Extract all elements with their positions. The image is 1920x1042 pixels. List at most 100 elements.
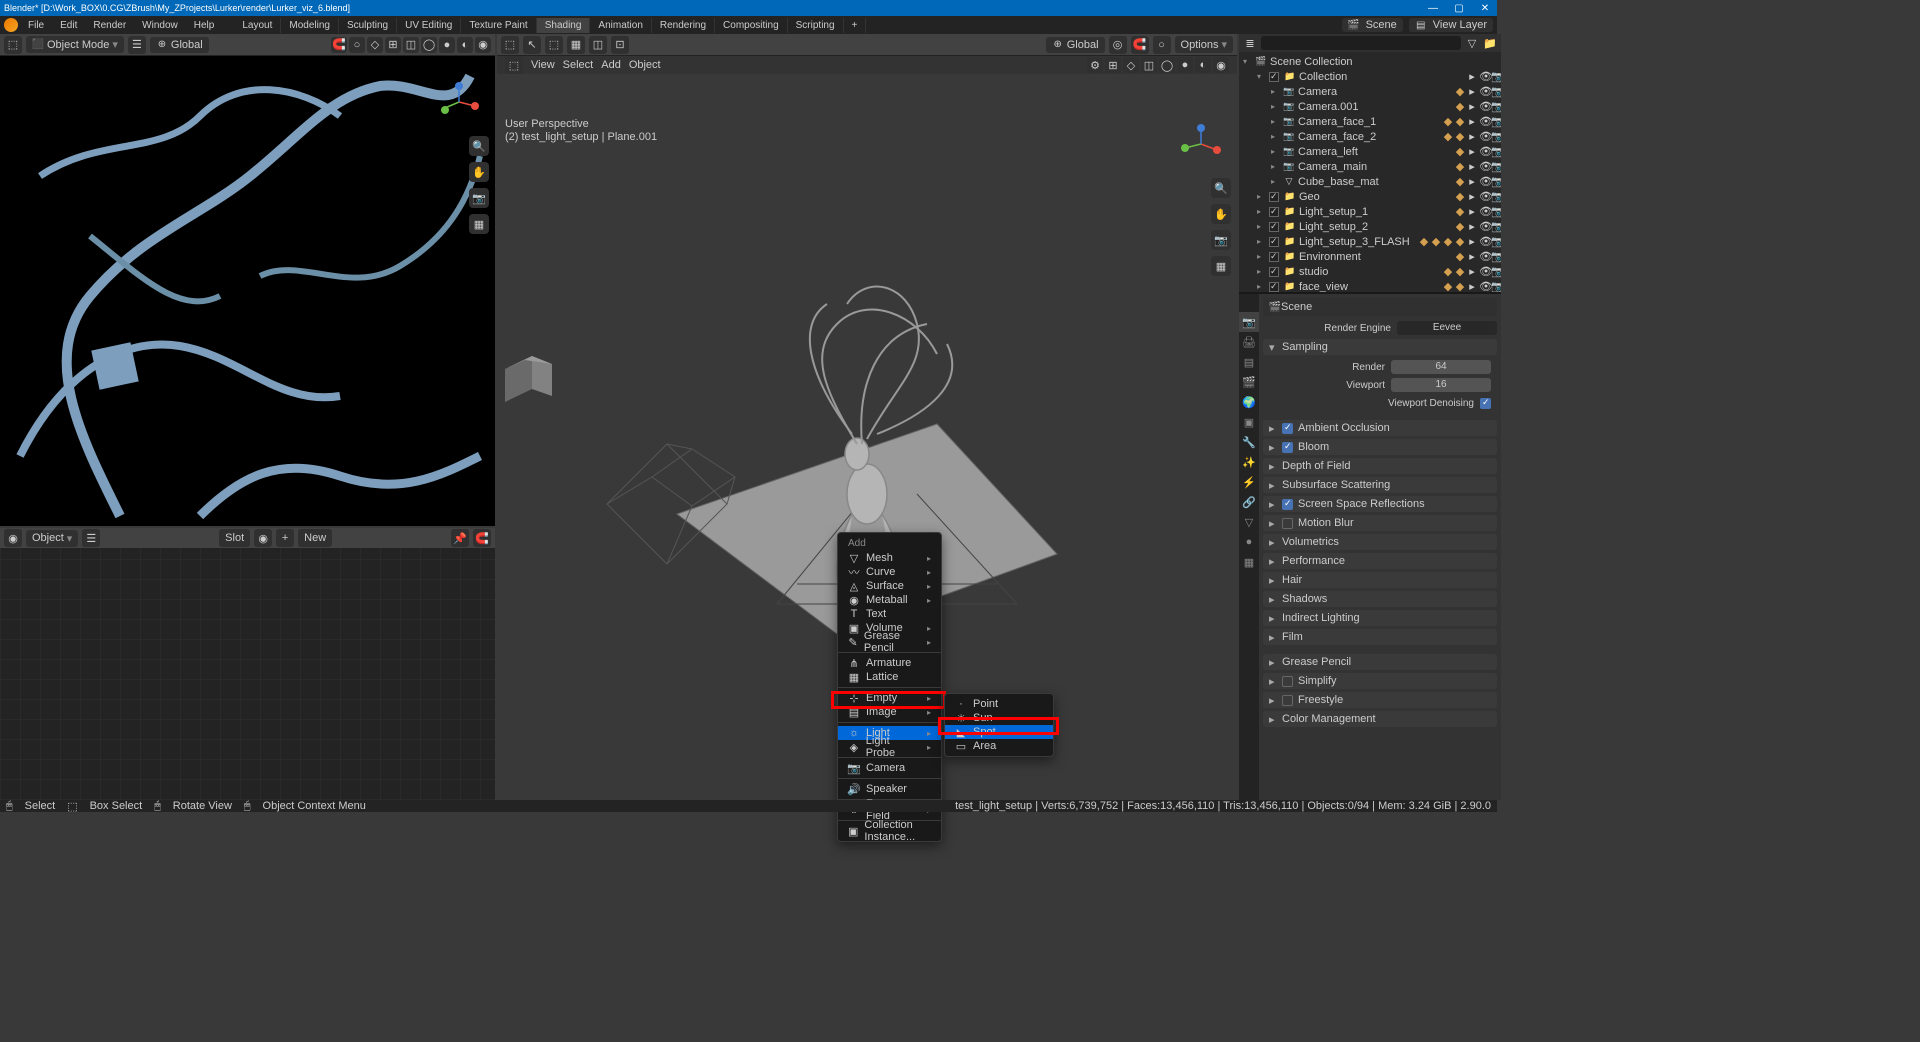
menu-item[interactable]: ▤Image▸ [838,705,941,719]
object-selector[interactable]: Object▾ [26,530,78,547]
menu-item[interactable]: ◉Metaball▸ [838,593,941,607]
move-tool[interactable]: ✋ [469,162,489,182]
shading-solid-icon[interactable]: ● [1177,57,1193,73]
menu-render[interactable]: Render [87,18,132,33]
workspace-tab[interactable]: Modeling [281,18,339,33]
property-panel[interactable]: ▸Bloom [1263,439,1497,455]
editor-type-icon[interactable]: ≣ [1243,36,1257,50]
tool2-icon[interactable]: ◫ [589,36,607,54]
property-panel[interactable]: ▸Performance [1263,553,1497,569]
outliner-tree[interactable]: ▾🎬 Scene Collection ▾📁Collection▸👁📷▸📷Cam… [1239,52,1501,292]
snap-node-icon[interactable]: 🧲 [473,529,491,547]
tree-item[interactable]: ▸📷Camera_face_2◆◆▸👁📷 [1239,129,1501,144]
tab-output[interactable]: 🖨 [1239,332,1259,352]
menu-item[interactable]: ⊹Empty▸ [838,691,941,705]
tree-item[interactable]: ▸📷Camera_face_1◆◆▸👁📷 [1239,114,1501,129]
tool3-icon[interactable]: ⊡ [611,36,629,54]
pin-icon[interactable]: 📌 [451,529,469,547]
pivot-icon[interactable]: ◎ [1109,36,1127,54]
workspace-tab[interactable]: Sculpting [339,18,397,33]
axis-gizmo[interactable] [437,80,481,124]
menu-item[interactable]: ⋔Armature [838,656,941,670]
shading-solid-icon[interactable]: ● [439,37,455,53]
menu-item[interactable]: ◈Light Probe▸ [838,740,941,754]
tab-physics[interactable]: ⚡ [1239,472,1259,492]
workspace-tab[interactable]: Layout [234,18,281,33]
options-button[interactable]: Options▾ [1175,36,1233,53]
menu-item[interactable]: ▦Lattice [838,670,941,684]
tab-world[interactable]: 🌍 [1239,392,1259,412]
menu-item[interactable]: 📷Camera [838,761,941,775]
axis-gizmo[interactable] [1179,122,1223,166]
tree-item[interactable]: ▸📷Camera_left◆▸👁📷 [1239,144,1501,159]
perspective-tool[interactable]: ▦ [1211,256,1231,276]
tree-item[interactable]: ▸📁Light_setup_1◆▸👁📷 [1239,204,1501,219]
menu-icon[interactable]: ☰ [128,36,146,54]
menu-item[interactable]: 🔊Speaker [838,782,941,796]
property-panel[interactable]: ▸Indirect Lighting [1263,610,1497,626]
workspace-tab[interactable]: Animation [590,18,651,33]
material-icon[interactable]: ◉ [254,529,272,547]
maximize-button[interactable]: ▢ [1451,3,1467,14]
property-panel[interactable]: ▸Film [1263,629,1497,645]
slot-selector[interactable]: Slot [219,529,250,547]
workspace-tab[interactable]: Shading [537,18,591,33]
tree-item[interactable]: ▸📁Environment◆▸👁📷 [1239,249,1501,264]
tree-item[interactable]: ▸📷Camera◆▸👁📷 [1239,84,1501,99]
workspace-tab[interactable]: + [844,18,867,33]
workspace-tab[interactable]: Compositing [715,18,788,33]
workspace-tab[interactable]: Texture Paint [461,18,536,33]
property-panel[interactable]: ▸Simplify [1263,673,1497,689]
engine-selector[interactable]: Eevee [1397,321,1497,335]
property-panel[interactable]: ▸Shadows [1263,591,1497,607]
editor-type-icon[interactable]: ⬚ [501,36,519,54]
viewlayer-selector[interactable]: ▤ View Layer [1409,18,1493,32]
tab-viewlayer[interactable]: ▤ [1239,352,1259,372]
tab-data[interactable]: ▽ [1239,512,1259,532]
shading-wire-icon[interactable]: ◯ [421,37,437,53]
menu-item[interactable]: ▣Collection Instance... [838,824,941,838]
tree-item[interactable]: ▸📁Light_setup_3_FLASH◆◆◆◆▸👁📷 [1239,234,1501,249]
orientation-selector[interactable]: ⊕ Global [1046,37,1105,53]
tree-root[interactable]: ▾🎬 Scene Collection [1239,54,1501,69]
snap-icon[interactable]: 🧲 [1131,36,1149,54]
properties-content[interactable]: 🎬 Scene Render Engine Eevee ▾Sampling Re… [1259,294,1501,800]
tab-render[interactable]: 📷 [1239,312,1259,332]
new-button[interactable]: New [298,529,332,547]
camera-tool[interactable]: 📷 [469,188,489,208]
mode-selector[interactable]: ⬛ Object Mode ▾ [26,36,124,53]
menu-item[interactable]: 〰Curve▸ [838,565,941,579]
property-panel[interactable]: ▸Subsurface Scattering [1263,477,1497,493]
menu-item[interactable]: ▽Mesh▸ [838,551,941,565]
tab-texture[interactable]: ▦ [1239,552,1259,572]
property-panel[interactable]: ▸Screen Space Reflections [1263,496,1497,512]
tree-item[interactable]: ▸▽Cube_base_mat◆▸👁📷 [1239,174,1501,189]
shading-rendered-icon[interactable]: ◉ [1213,57,1229,73]
overlay-icon[interactable]: ⊞ [1105,57,1121,73]
menu-icon[interactable]: ☰ [82,529,100,547]
property-panel[interactable]: ▸Hair [1263,572,1497,588]
workspace-tab[interactable]: UV Editing [397,18,461,33]
tree-item[interactable]: ▾📁Collection▸👁📷 [1239,69,1501,84]
tree-item[interactable]: ▸📁Light_setup_2◆▸👁📷 [1239,219,1501,234]
scene-selector[interactable]: 🎬 Scene [1342,18,1403,32]
submenu-add[interactable]: Add [601,59,621,71]
property-panel[interactable]: ▸Grease Pencil [1263,654,1497,670]
property-panel[interactable]: ▸Freestyle [1263,692,1497,708]
shading-rendered-icon[interactable]: ◉ [475,37,491,53]
tree-item[interactable]: ▸📁studio◆◆▸👁📷 [1239,264,1501,279]
editor-mode-icon[interactable]: ⬚ [505,56,523,74]
menu-help[interactable]: Help [188,18,221,33]
overlay-icon[interactable]: ⊞ [385,37,401,53]
tab-scene[interactable]: 🎬 [1239,372,1259,392]
orientation-selector[interactable]: ⊕ Global [150,37,209,53]
tab-object[interactable]: ▣ [1239,412,1259,432]
submenu-object[interactable]: Object [629,59,661,71]
shading-matprev-icon[interactable]: ◐ [1195,57,1211,73]
tree-item[interactable]: ▸📷Camera.001◆▸👁📷 [1239,99,1501,114]
render-samples[interactable]: 64 [1391,360,1491,374]
move-tool[interactable]: ✋ [1211,204,1231,224]
submenu-view[interactable]: View [531,59,555,71]
menu-file[interactable]: File [22,18,50,33]
editor-type-icon[interactable]: ◉ [4,529,22,547]
